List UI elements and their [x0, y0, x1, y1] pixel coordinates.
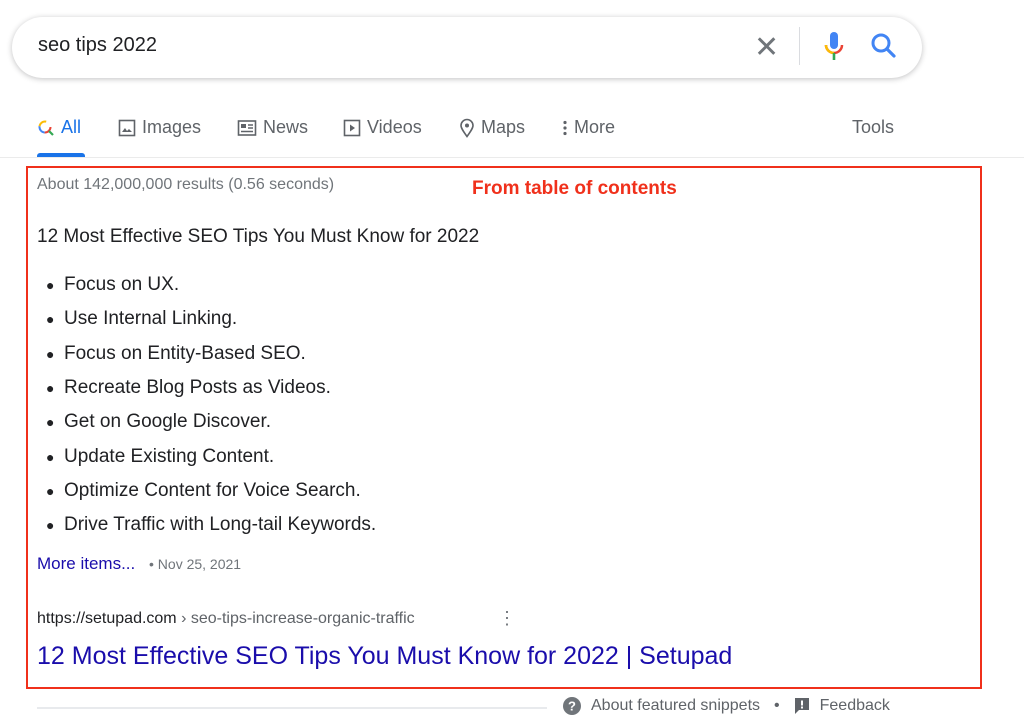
- snippet-heading: 12 Most Effective SEO Tips You Must Know…: [37, 226, 480, 247]
- tab-maps[interactable]: Maps: [459, 117, 525, 138]
- tab-news[interactable]: News: [237, 117, 308, 138]
- news-icon: [237, 119, 257, 136]
- annotation-label: From table of contents: [472, 178, 677, 199]
- snippet-date: • Nov 25, 2021: [149, 556, 242, 572]
- tab-label: Maps: [481, 117, 526, 137]
- tools-label: Tools: [852, 117, 895, 137]
- url-path: › seo-tips-increase-organic-traffic: [176, 610, 415, 627]
- list-item: ● Use Internal Linking.: [46, 308, 238, 330]
- divider: [799, 27, 800, 65]
- tab-label: More: [574, 117, 616, 137]
- feedback-link[interactable]: Feedback: [820, 697, 890, 715]
- list-item: ● Update Existing Content.: [46, 445, 275, 467]
- more-items-link[interactable]: More items...: [37, 554, 135, 574]
- tab-images[interactable]: Images: [118, 117, 201, 138]
- tab-label: News: [263, 117, 309, 137]
- play-icon: [343, 119, 361, 136]
- list-item: ● Focus on UX.: [46, 274, 180, 296]
- url-domain: https://setupad.com: [37, 610, 177, 627]
- tab-more[interactable]: More: [562, 117, 615, 138]
- search-box: ✕: [12, 17, 922, 78]
- tab-label: All: [61, 117, 82, 137]
- header-divider: [0, 157, 1024, 158]
- tab-label: Images: [142, 117, 202, 137]
- footer-divider: [37, 707, 547, 709]
- list-item: ● Focus on Entity-Based SEO.: [46, 342, 306, 364]
- google-search-icon: [38, 120, 54, 136]
- result-stats: About 142,000,000 results (0.56 seconds): [37, 176, 335, 193]
- result-title-link[interactable]: 12 Most Effective SEO Tips You Must Know…: [37, 642, 732, 671]
- tools-button[interactable]: Tools: [852, 117, 894, 138]
- tab-all[interactable]: All: [37, 117, 81, 138]
- footer-separator: •: [774, 697, 780, 714]
- result-options-icon[interactable]: ⋮: [498, 608, 516, 628]
- date-text: Nov 25, 2021: [157, 556, 242, 572]
- feedback-icon[interactable]: [794, 697, 810, 715]
- search-icon[interactable]: [870, 31, 898, 61]
- list-item: ● Get on Google Discover.: [46, 411, 271, 433]
- list-item: ● Drive Traffic with Long-tail Keywords.: [46, 514, 377, 536]
- about-featured-snippets-link[interactable]: About featured snippets: [591, 697, 760, 715]
- clear-icon[interactable]: ✕: [754, 33, 779, 63]
- map-pin-icon: [460, 118, 474, 138]
- kebab-icon: [563, 120, 567, 135]
- result-url[interactable]: https://setupad.com › seo-tips-increase-…: [37, 610, 415, 628]
- search-input[interactable]: [38, 34, 638, 57]
- snippet-list: ● Focus on UX. ● Use Internal Linking. ● Fo…: [37, 268, 376, 542]
- snippet-footer: ? About featured snippets • Feedback: [563, 697, 890, 715]
- image-icon: [118, 119, 136, 136]
- tab-label: Videos: [367, 117, 422, 137]
- svg-text:?: ?: [568, 699, 576, 714]
- list-item: ● Optimize Content for Voice Search.: [46, 479, 361, 501]
- microphone-icon[interactable]: [822, 31, 846, 63]
- tab-videos[interactable]: Videos: [343, 117, 422, 138]
- list-item: ● Recreate Blog Posts as Videos.: [46, 377, 331, 399]
- help-icon[interactable]: ?: [563, 697, 581, 715]
